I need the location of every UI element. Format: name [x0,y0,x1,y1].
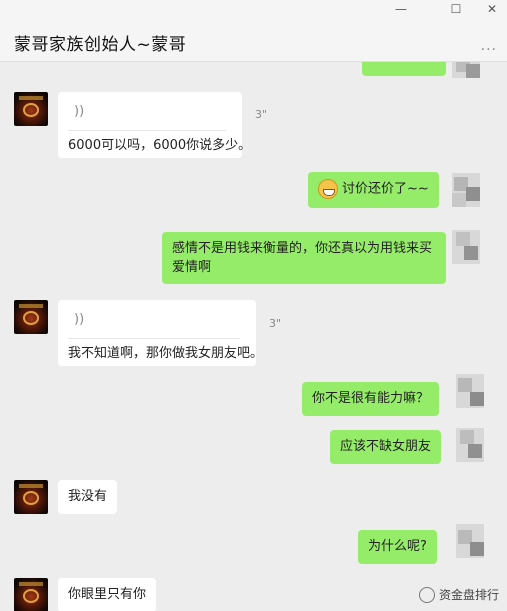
watermark: 资金盘排行 [418,586,499,603]
message-bubble[interactable]: 你眼里只有你 [58,578,157,611]
message-bubble[interactable]: 应该不缺女朋友 [330,430,442,464]
wechat-logo-icon [418,586,435,603]
voice-duration: 3" [255,108,268,121]
voice-message[interactable]: )) 6000可以吗，6000你说多少。 [58,92,251,158]
maximize-button[interactable]: ☐ [447,2,465,16]
voice-transcript: 6000可以吗，6000你说多少。 [68,138,252,153]
message-bubble-partial [362,62,446,76]
close-button[interactable]: ✕ [483,2,501,16]
message-bubble[interactable]: 你不是很有能力嘛？ [302,382,440,416]
message-bubble[interactable]: 感情不是用钱来衡量的，你还真以为用钱来买爱情啊 [162,232,446,284]
minimize-button[interactable]: — [392,2,410,16]
message-bubble[interactable]: 为什么呢? [358,530,437,564]
message-text: 感情不是用钱来衡量的，你还真以为用钱来买爱情啊 [172,241,433,275]
message-bubble[interactable]: 我没有 [58,480,118,514]
message-text: 你眼里只有你 [68,587,147,602]
voice-transcript: 我不知道啊，那你做我女朋友吧。 [68,346,264,361]
peer-avatar[interactable] [456,428,484,462]
sender-avatar[interactable] [14,92,48,126]
chat-title: 蒙哥家族创始人~蒙哥 [14,35,187,55]
peer-avatar[interactable] [452,173,480,207]
message-text: 为什么呢? [368,539,427,554]
peer-avatar[interactable] [452,62,480,78]
more-options-button[interactable]: ··· [481,42,497,58]
sender-avatar[interactable] [14,480,48,514]
message-text: 应该不缺女朋友 [340,439,432,454]
voice-wave-icon: )) [74,104,85,119]
message-bubble[interactable]: 讨价还价了~~ [308,172,439,208]
grinning-face-icon [318,179,338,199]
message-text: 我没有 [68,489,108,504]
divider [68,130,226,131]
message-list[interactable]: )) 6000可以吗，6000你说多少。 3" 讨价还价了~~ 感情不是用钱来衡… [0,62,507,611]
divider [68,338,240,339]
voice-wave-icon: )) [74,312,85,327]
peer-avatar[interactable] [452,230,480,264]
sender-avatar[interactable] [14,300,48,334]
peer-avatar[interactable] [456,374,484,408]
message-text: 讨价还价了~~ [342,181,429,197]
sender-avatar[interactable] [14,578,48,611]
voice-duration: 3" [269,317,282,330]
voice-message[interactable]: )) 我不知道啊，那你做我女朋友吧。 [58,300,263,366]
peer-avatar[interactable] [456,524,484,558]
message-text: 你不是很有能力嘛？ [312,391,430,406]
chat-header: 蒙哥家族创始人~蒙哥 — ☐ ✕ ··· [0,0,507,62]
watermark-text: 资金盘排行 [438,588,499,602]
